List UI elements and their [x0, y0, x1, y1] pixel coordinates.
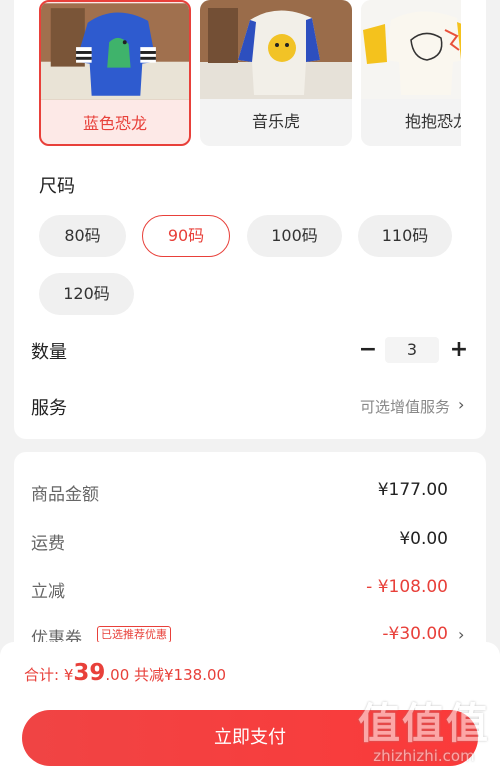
- currency-symbol: ¥: [63, 666, 74, 684]
- hug-dinosaur-image: [361, 0, 461, 99]
- service-value[interactable]: 可选增值服务: [360, 396, 450, 417]
- watermark-logo: 值值值: [357, 699, 490, 748]
- size-option-100[interactable]: 100码: [247, 215, 342, 257]
- shipping-label: 运费: [31, 534, 65, 554]
- variant-hug-dinosaur[interactable]: 抱抱恐龙: [361, 0, 461, 146]
- total-saved: 共减¥138.00: [129, 666, 227, 684]
- music-tiger-image: [200, 0, 352, 99]
- total-integer: 39: [73, 660, 106, 686]
- size-option-90[interactable]: 90码: [142, 215, 230, 257]
- coupon-value[interactable]: -¥30.00: [382, 624, 448, 644]
- shipping-value: ¥0.00: [399, 529, 448, 549]
- variant-label: 音乐虎: [251, 112, 300, 131]
- size-title: 尺码: [39, 176, 75, 197]
- total-amount: 合计: ¥39.00 共减¥138.00: [24, 660, 226, 686]
- service-chevron-icon[interactable]: ›: [458, 395, 464, 414]
- discount-value: - ¥108.00: [366, 577, 448, 597]
- quantity-input[interactable]: 3: [385, 337, 439, 363]
- goods-amount-label: 商品金额: [31, 485, 99, 505]
- size-option-110[interactable]: 110码: [358, 215, 452, 257]
- variant-label: 蓝色恐龙: [82, 114, 147, 133]
- total-decimal: .00: [105, 666, 130, 684]
- blue-dinosaur-image: [41, 3, 189, 100]
- watermark: 值值值 zhizhizhi.com: [358, 690, 490, 765]
- variant-music-tiger[interactable]: 音乐虎: [200, 0, 352, 146]
- coupon-badge: 已选推荐优惠: [97, 626, 171, 643]
- variant-label: 抱抱恐龙: [404, 112, 461, 131]
- variant-blue-dinosaur[interactable]: 蓝色恐龙: [39, 0, 191, 146]
- size-option-120[interactable]: 120码: [39, 273, 134, 315]
- watermark-text: zhizhizhi.com: [373, 747, 475, 765]
- service-label: 服务: [31, 398, 67, 419]
- quantity-plus-button[interactable]: +: [447, 338, 471, 362]
- size-option-80[interactable]: 80码: [39, 215, 126, 257]
- variant-list[interactable]: 蓝色恐龙 音乐虎 抱抱恐龙: [39, 0, 461, 150]
- quantity-minus-button[interactable]: −: [356, 338, 380, 362]
- quantity-label: 数量: [31, 342, 67, 363]
- discount-label: 立减: [31, 582, 65, 602]
- total-label: 合计:: [24, 666, 64, 684]
- goods-amount-value: ¥177.00: [377, 480, 448, 500]
